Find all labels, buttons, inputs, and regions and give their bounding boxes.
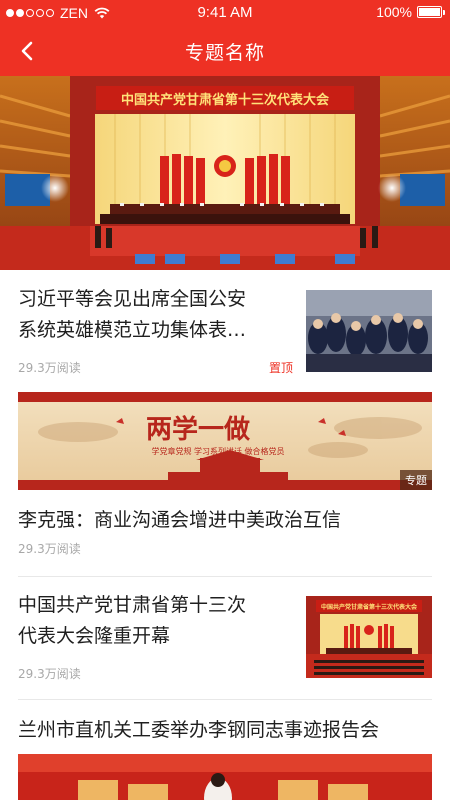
article-item[interactable]: 兰州市直机关工委举办李钢同志事迹报告会 [18,715,432,800]
article-item[interactable]: 中国共产党甘肃省第十三次 代表大会隆重开幕 29.3万阅读 中国共产党甘肃省第十… [18,590,432,686]
thumb-banner-text: 中国共产党甘肃省第十三次代表大会 [321,603,418,611]
article-item[interactable]: 习近平等会见出席全国公安 系统英雄模范立功集体表… 29.3万阅读 置顶 [18,284,432,378]
topic-banner[interactable]: 两学一做 学党章党规 学习系列讲话 做合格党员 专题 [18,392,432,490]
hero-banner-text: 中国共产党甘肃省第十三次代表大会 [121,92,330,108]
banner-headline: 两学一做 [146,414,250,445]
page-title: 专题名称 [184,42,265,64]
article-thumbnail: 中国共产党甘肃省第十三次代表大会 [306,596,432,678]
divider [18,699,432,700]
divider [18,576,432,577]
article-thumbnail [306,290,432,372]
article-title: 中国共产党甘肃省第十三次 代表大会隆重开幕 [18,594,247,647]
article-title: 兰州市直机关工委举办李钢同志事迹报告会 [18,719,380,741]
status-bar: ZEN 9:41 AM 100% [0,0,450,26]
article-item[interactable]: 李克强：商业沟通会增进中美政治互信 29.3万阅读 [18,505,432,565]
article-title: 李克强：商业沟通会增进中美政治互信 [18,509,342,531]
read-count: 29.3万阅读 [18,361,81,375]
battery-percent: 100% [376,4,412,20]
nav-bar: 专题名称 [0,26,450,76]
read-count: 29.3万阅读 [18,667,81,681]
read-count: 29.3万阅读 [18,542,81,556]
status-right: 100% [376,4,445,20]
article-image [18,754,432,800]
article-title: 习近平等会见出席全国公安 系统英雄模范立功集体表… [18,288,247,341]
battery-icon [417,6,445,18]
pinned-badge: 置顶 [269,361,294,375]
topic-badge: 专题 [400,470,432,490]
hero-image[interactable]: 中国共产党甘肃省第十三次代表大会 [0,76,450,270]
